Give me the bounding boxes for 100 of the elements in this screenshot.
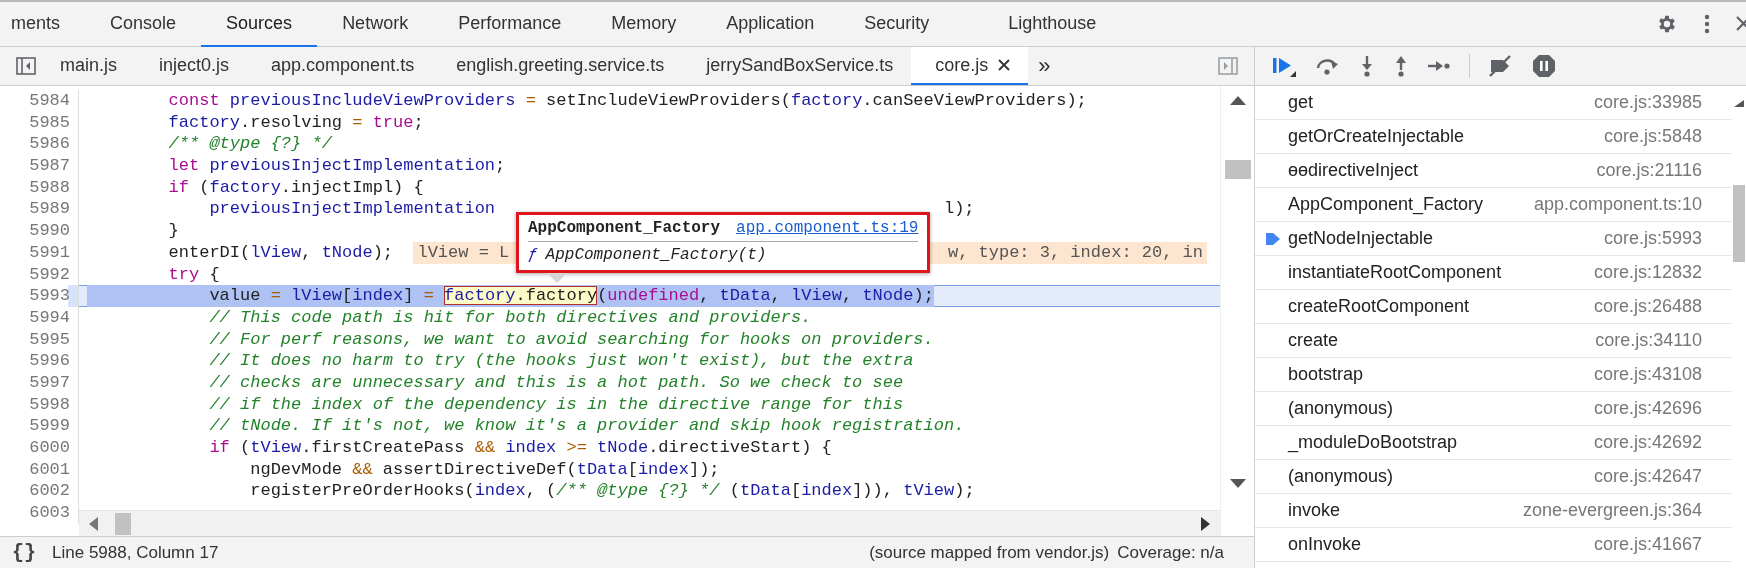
code-token: // checks are unnecessary and this is a hot path. So we check to see (208, 372, 904, 392)
code-token: ( (198, 177, 210, 197)
code-token: l); (943, 199, 975, 219)
call-frame[interactable]: (anonymous) core.js:42696 (1255, 392, 1732, 426)
panel-toggle-icon[interactable] (1218, 57, 1238, 75)
pretty-print-button[interactable]: {} (0, 541, 52, 564)
scrollbar-thumb[interactable] (1224, 160, 1251, 179)
close-icon[interactable] (1736, 15, 1746, 33)
scroll-left-icon[interactable] (89, 516, 99, 531)
close-icon[interactable] (998, 59, 1011, 71)
panel-tab[interactable]: ments (0, 2, 86, 47)
call-frame[interactable]: bootstrap core.js:43108 (1255, 358, 1732, 392)
code-token: tNode (321, 242, 373, 262)
function-name: invoke (1288, 500, 1341, 521)
scroll-up-icon[interactable] (1229, 96, 1246, 105)
code-token: registerPreOrderHooks( (249, 481, 475, 501)
settings-icon[interactable] (1656, 13, 1678, 35)
panel-tab[interactable]: Security (839, 2, 955, 47)
deactivate-breakpoints-icon[interactable] (1488, 55, 1514, 77)
frame-location[interactable]: core.js:5848 (1603, 126, 1702, 147)
frame-location[interactable]: core.js:21116 (1596, 160, 1702, 181)
code-token: previousInjectImplementation (208, 199, 496, 219)
file-tab[interactable]: main.js (54, 47, 135, 85)
code-token: ] (403, 286, 415, 306)
call-frame[interactable]: create core.js:34110 (1255, 324, 1732, 358)
call-frame[interactable]: invoke zone-evergreen.js:364 (1255, 494, 1732, 528)
function-name: (anonymous) (1288, 466, 1394, 487)
panel-tab[interactable]: Application (701, 2, 840, 47)
file-tab[interactable]: jerrySandBoxService.ts (682, 47, 912, 85)
code-token: lView (791, 286, 842, 306)
code-token: true (371, 112, 414, 132)
code-token: assertDirectiveDef( (381, 459, 577, 479)
frame-location[interactable]: core.js:42696 (1593, 398, 1702, 419)
frame-location[interactable]: core.js:26488 (1593, 296, 1702, 317)
call-frame[interactable]: getOrCreateInjectable core.js:5848 (1255, 120, 1732, 154)
code-token: undefined (607, 286, 700, 306)
scroll-up-icon[interactable] (1734, 100, 1744, 107)
step-over-icon[interactable] (1315, 56, 1341, 76)
panel-tab[interactable]: Network (317, 2, 434, 47)
code-token: && (474, 438, 496, 457)
panel-tab[interactable]: Lighthouse (954, 2, 1122, 47)
more-tabs-button[interactable]: » (1028, 47, 1061, 85)
vertical-scrollbar[interactable] (1220, 86, 1254, 536)
code-token: tData (739, 481, 791, 501)
panel-tab[interactable]: Performance (433, 2, 587, 47)
panel-tab[interactable]: Memory (586, 2, 702, 47)
function-name: get (1288, 92, 1314, 113)
frame-location[interactable]: core.js:42647 (1593, 466, 1702, 487)
file-tab[interactable]: english.greeting.service.ts (432, 47, 683, 85)
frame-location[interactable]: app.component.ts:10 (1533, 194, 1702, 215)
code-token: index (504, 438, 557, 457)
frame-location[interactable]: core.js:5993 (1603, 228, 1702, 249)
code-token: ( (597, 286, 608, 306)
call-frame[interactable]: getNodeInjectable core.js:5993 (1255, 222, 1732, 256)
frame-location[interactable]: core.js:42692 (1593, 432, 1702, 453)
call-frame[interactable]: createRootComponent core.js:26488 (1255, 290, 1732, 324)
code-token: tNode (862, 286, 914, 306)
call-frame[interactable]: get core.js:33985 (1255, 86, 1732, 120)
code-token: tNode (596, 438, 649, 457)
tooltip-pointer (547, 273, 567, 283)
frame-location[interactable]: core.js:34110 (1595, 330, 1702, 351)
function-name: create (1288, 330, 1339, 351)
step-into-icon[interactable] (1359, 55, 1375, 77)
code-token: , (699, 286, 711, 306)
call-frame[interactable]: onInvoke core.js:41667 (1255, 528, 1732, 562)
more-options-icon[interactable] (1704, 14, 1710, 34)
step-out-icon[interactable] (1393, 55, 1409, 77)
source-link[interactable]: app.component.ts:19 (736, 219, 919, 237)
frame-location[interactable]: core.js:43108 (1593, 364, 1702, 385)
call-frame[interactable]: _moduleDoBootstrap core.js:42692 (1255, 426, 1732, 460)
horizontal-scrollbar[interactable] (79, 510, 1220, 536)
frame-location[interactable]: core.js:12832 (1593, 262, 1702, 283)
panel-tab[interactable]: Console (85, 2, 202, 47)
scroll-right-icon[interactable] (1200, 516, 1210, 531)
code-token: // For perf reasons, we want to avoid searching for hooks on providers. (208, 329, 934, 349)
scrollbar-thumb[interactable] (1733, 185, 1745, 262)
sidebar-toggle-icon[interactable] (16, 57, 36, 75)
function-name: AppComponent_Factory (528, 219, 721, 237)
call-frame[interactable]: (anonymous) core.js:42647 (1255, 460, 1732, 494)
call-frame[interactable]: ɵɵdirectiveInject core.js:21116 (1255, 154, 1732, 188)
function-name: createRootComponent (1288, 296, 1470, 317)
pause-on-exceptions-icon[interactable] (1532, 54, 1556, 78)
code-token: if (167, 177, 190, 197)
file-tab[interactable]: core.js (911, 47, 1029, 85)
scrollbar-thumb[interactable] (115, 512, 131, 535)
frame-location[interactable]: core.js:41667 (1593, 534, 1702, 555)
function-name: ɵɵdirectiveInject (1288, 160, 1419, 181)
call-frame[interactable]: AppComponent_Factory app.component.ts:10 (1255, 188, 1732, 222)
frame-location[interactable]: zone-evergreen.js:364 (1522, 500, 1702, 521)
code-token: value (208, 286, 262, 306)
call-frame[interactable]: instantiateRootComponent core.js:12832 (1255, 256, 1732, 290)
code-token: index (474, 481, 526, 501)
step-icon[interactable] (1427, 58, 1451, 74)
scroll-down-icon[interactable] (1229, 479, 1246, 488)
code-token: tData (576, 459, 628, 479)
file-tab[interactable]: app.component.ts (247, 47, 433, 85)
file-tab[interactable]: inject0.js (135, 47, 248, 85)
frame-location[interactable]: core.js:33985 (1593, 92, 1702, 113)
code-token: try (167, 264, 200, 284)
code-token: , ( (525, 481, 557, 501)
